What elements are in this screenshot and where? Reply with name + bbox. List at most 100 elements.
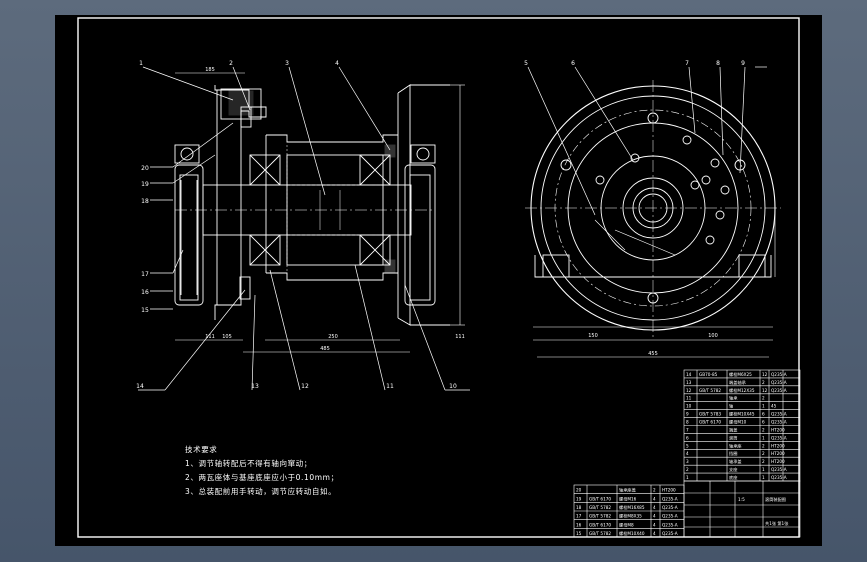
parts-row-code: GB/T 5783 [699, 412, 721, 417]
parts-row-name: 螺栓M6X25 [729, 371, 752, 378]
parts-row-material: HT200 [771, 459, 785, 464]
parts-row-qty: 12 [762, 388, 768, 393]
parts-row-name: 支座 [729, 466, 737, 473]
dim-left-3: 250 [328, 334, 338, 340]
parts-row-qty: 6 [762, 412, 765, 417]
parts2-row-qty: 4 [653, 531, 656, 536]
parts2-row-qty: 4 [653, 522, 656, 527]
parts-row-no: 9 [686, 412, 689, 417]
dim-right-0: 150 [588, 333, 598, 339]
balloon-10: 10 [449, 383, 457, 390]
notes-line-3: 3、总装配前用手转动，调节应转动自如。 [185, 487, 337, 496]
parts2-row-no: 15 [576, 531, 582, 536]
parts2-row-name: 螺母M8 [619, 521, 634, 528]
parts-row-no: 13 [686, 380, 692, 385]
parts2-row-material: Q235-A [662, 522, 678, 527]
parts-row-material: Q235-A [771, 372, 787, 377]
notes-line-2: 2、两瓦座体与基座底座应小于0.10mm； [185, 473, 339, 482]
parts-row-material: Q235-A [771, 435, 787, 440]
parts-row-qty: 2 [762, 427, 765, 432]
parts-row-name: 螺栓M12X35 [729, 387, 755, 394]
dim-left-0: 185 [205, 67, 215, 73]
balloon-16: 16 [141, 289, 149, 296]
parts2-row-qty: 4 [653, 514, 656, 519]
balloon-12: 12 [301, 383, 309, 390]
parts-row-qty: 2 [762, 396, 765, 401]
parts-row-qty: 6 [762, 420, 765, 425]
parts-row-no: 1 [686, 475, 689, 480]
leader-lines-left [138, 66, 470, 391]
parts2-row-code: GB/T 6170 [589, 496, 611, 501]
balloon-17: 17 [141, 271, 149, 278]
title-block-scale: 1:5 [738, 497, 745, 502]
balloon-8: 8 [716, 60, 720, 67]
parts-row-name: 底座 [729, 474, 737, 481]
parts-row-material: 45 [771, 404, 777, 409]
dim-right-2: 455 [648, 351, 658, 357]
drawing-sheet: 1 2 3 4 20 19 18 17 16 15 14 13 12 11 10 5 6 7 8 9 185 111 10… [55, 15, 822, 546]
parts-row-name: 螺栓M10X45 [729, 411, 755, 418]
parts2-row-no: 18 [576, 505, 582, 510]
parts-row-qty: 12 [762, 372, 768, 377]
balloon-7: 7 [685, 60, 689, 67]
parts2-row-name: 螺栓M8X35 [619, 513, 642, 520]
parts-row-code: GB/T 5782 [699, 388, 721, 393]
parts-row-qty: 2 [762, 459, 765, 464]
parts2-row-name: 轴承座盖 [619, 487, 636, 494]
dim-left-5: 485 [320, 346, 330, 352]
parts-row-qty: 2 [762, 380, 765, 385]
balloon-6: 6 [571, 60, 575, 67]
parts-row-material: HT200 [771, 451, 785, 456]
parts-row-no: 8 [686, 420, 689, 425]
notes-title: 技术要求 [185, 445, 218, 454]
parts2-row-qty: 4 [653, 496, 656, 501]
balloon-1: 1 [139, 60, 143, 67]
parts-row-qty: 1 [762, 475, 765, 480]
balloons: 1 2 3 420191817161514 13 12 11 105 6 7 8 9 [136, 60, 745, 390]
parts-row-no: 14 [686, 372, 692, 377]
balloon-18: 18 [141, 198, 149, 205]
dim-left-2: 105 [222, 334, 232, 340]
parts2-row-code: GB/T 5782 [589, 505, 611, 510]
parts2-row-no: 20 [576, 488, 582, 493]
dim-left-1: 111 [205, 334, 215, 340]
parts-row-name: 端盖 [729, 426, 737, 433]
parts2-row-name: 螺栓M16X85 [619, 504, 645, 511]
parts-row-no: 6 [686, 435, 689, 440]
parts2-row-qty: 4 [653, 505, 656, 510]
parts2-row-no: 19 [576, 496, 582, 501]
balloon-14: 14 [136, 383, 144, 390]
balloon-2: 2 [229, 60, 233, 67]
parts-row-no: 3 [686, 459, 689, 464]
balloon-5: 5 [524, 60, 528, 67]
parts-row-material: Q235-A [771, 380, 787, 385]
balloon-9: 9 [741, 60, 745, 67]
parts2-row-name: 螺栓M10X40 [619, 530, 645, 537]
notes-line-1: 1、调节轴转配后不得有轴向窜动； [185, 459, 312, 468]
balloon-11: 11 [386, 383, 394, 390]
parts-row-material: HT200 [771, 427, 785, 432]
parts-row-qty: 1 [762, 467, 765, 472]
assembly-drawing: 1 2 3 420191817161514 13 12 11 105 6 7 8 9 185111 10… [77, 17, 801, 538]
balloon-20: 20 [141, 165, 149, 172]
parts-row-name: 滚筒 [729, 434, 737, 441]
leader-lines-right [527, 66, 767, 216]
balloon-13: 13 [251, 383, 259, 390]
parts-row-no: 2 [686, 467, 689, 472]
parts2-row-no: 17 [576, 514, 582, 519]
parts-row-material: Q235-A [771, 420, 787, 425]
parts-row-material: Q235-A [771, 388, 787, 393]
parts2-row-material: Q235-A [662, 496, 678, 501]
parts-row-name: 轴承 [729, 395, 738, 402]
section-view [174, 72, 465, 353]
parts-row-name: 挡圈 [729, 450, 737, 457]
parts2-row-code: GB/T 5782 [589, 531, 611, 536]
parts-row-no: 11 [686, 396, 692, 401]
parts-row-qty: 2 [762, 451, 765, 456]
parts-row-no: 12 [686, 388, 692, 393]
parts2-row-code: GB/T 5782 [589, 514, 611, 519]
balloon-15: 15 [141, 307, 149, 314]
parts-row-code: GB70-85 [699, 372, 718, 377]
parts-row-material: Q235-A [771, 475, 787, 480]
parts-row-code: GB/T 6170 [699, 420, 721, 425]
